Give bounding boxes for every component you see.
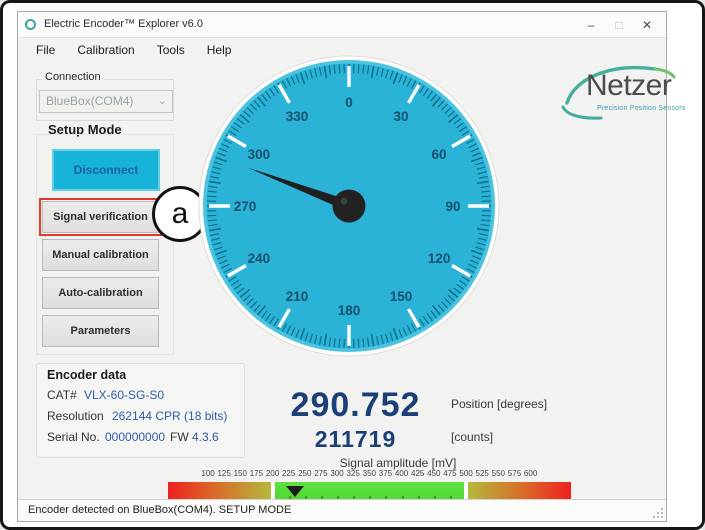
amplitude-scale-label: 125 — [217, 469, 230, 478]
encoder-data-panel: Encoder data CAT# VLX-60-SG-S0 Resolutio… — [36, 363, 245, 458]
resolution-value: 262144 CPR (18 bits) — [112, 409, 227, 423]
amplitude-scale-label: 150 — [234, 469, 247, 478]
amplitude-scale-label: 375 — [379, 469, 392, 478]
encoder-data-heading: Encoder data — [47, 368, 126, 382]
logo-wordmark: Netzer — [586, 69, 671, 103]
gauge-tick-label: 300 — [248, 147, 271, 162]
app-icon — [25, 19, 36, 30]
status-bar: Encoder detected on BlueBox(COM4). SETUP… — [18, 499, 666, 521]
serial-label: Serial No. — [47, 430, 100, 444]
resolution-label: Resolution — [47, 409, 104, 423]
position-degrees-label: Position [degrees] — [451, 397, 547, 411]
amplitude-scale-label: 400 — [395, 469, 408, 478]
menu-tools[interactable]: Tools — [149, 43, 193, 57]
amplitude-marker-icon — [286, 486, 304, 497]
maximize-button[interactable]: □ — [604, 12, 634, 38]
amplitude-scale-label: 250 — [298, 469, 311, 478]
menu-calibration[interactable]: Calibration — [69, 43, 142, 57]
amplitude-scale-label: 300 — [330, 469, 343, 478]
amplitude-scale-label: 275 — [314, 469, 327, 478]
gauge-tick-label: 150 — [390, 289, 413, 304]
gauge-tick-label: 30 — [393, 109, 408, 124]
amplitude-scale-label: 225 — [282, 469, 295, 478]
disconnect-button[interactable]: Disconnect — [52, 149, 160, 191]
connection-dropdown[interactable]: BlueBox(COM4) ⌄ — [39, 90, 173, 113]
chevron-down-icon: ⌄ — [158, 91, 167, 112]
amplitude-scale-label: 425 — [411, 469, 424, 478]
connection-label: Connection — [42, 71, 104, 83]
amplitude-scale-label: 325 — [346, 469, 359, 478]
minimize-button[interactable]: – — [576, 12, 606, 38]
cat-label: CAT# — [47, 388, 77, 402]
amplitude-scale-label: 100 — [201, 469, 214, 478]
gauge-tick-label: 180 — [338, 303, 361, 318]
gauge-tick-label: 0 — [345, 95, 353, 110]
resize-grip-icon[interactable] — [653, 508, 663, 518]
window-title: Electric Encoder™ Explorer v6.0 — [44, 18, 203, 30]
amplitude-scale-label: 550 — [492, 469, 505, 478]
gauge-tick-label: 120 — [428, 251, 451, 266]
amplitude-scale-label: 500 — [459, 469, 472, 478]
amplitude-scale-label: 475 — [443, 469, 456, 478]
position-counts-label: [counts] — [451, 430, 493, 444]
title-bar: Electric Encoder™ Explorer v6.0 – □ ✕ — [18, 12, 666, 38]
gauge-tick-label: 60 — [432, 147, 447, 162]
parameters-button[interactable]: Parameters — [42, 315, 159, 347]
gauge-tick-label: 90 — [445, 199, 460, 214]
fw-label: FW — [170, 430, 189, 444]
gauge-tick-label: 330 — [286, 109, 309, 124]
amplitude-scale: 1001251501752002252502753003253503754004… — [168, 469, 571, 479]
serial-value: 000000000 — [105, 430, 165, 444]
amplitude-scale-label: 450 — [427, 469, 440, 478]
gauge-tick-label: 270 — [234, 199, 257, 214]
status-text: Encoder detected on BlueBox(COM4). SETUP… — [28, 504, 291, 516]
auto-calibration-button[interactable]: Auto-calibration — [42, 277, 159, 309]
amplitude-scale-label: 200 — [266, 469, 279, 478]
position-counts-value: 211719 — [258, 426, 453, 453]
logo-tagline: Precision Position Sensors — [597, 105, 685, 112]
position-degrees-value: 290.752 — [258, 386, 453, 425]
fw-value: 4.3.6 — [192, 430, 219, 444]
screenshot-frame: Electric Encoder™ Explorer v6.0 – □ ✕ Fi… — [0, 0, 705, 530]
amplitude-scale-label: 575 — [508, 469, 521, 478]
netzer-logo: Netzer Precision Position Sensors — [553, 59, 698, 125]
signal-amplitude-title: Signal amplitude [mV] — [268, 456, 528, 470]
gauge-tick-label: 240 — [248, 251, 271, 266]
connection-selected: BlueBox(COM4) — [46, 94, 133, 108]
amplitude-scale-label: 175 — [250, 469, 263, 478]
close-button[interactable]: ✕ — [632, 12, 662, 38]
amplitude-scale-label: 350 — [363, 469, 376, 478]
position-gauge: 0 30 60 90 120 150 180 210 240 270 300 330 — [197, 55, 503, 359]
manual-calibration-button[interactable]: Manual calibration — [42, 239, 159, 271]
signal-verification-button[interactable]: Signal verification — [42, 201, 159, 233]
amplitude-scale-label: 525 — [476, 469, 489, 478]
gauge-tick-label: 210 — [286, 289, 309, 304]
cat-value: VLX-60-SG-S0 — [84, 388, 164, 402]
amplitude-scale-label: 600 — [524, 469, 537, 478]
menu-file[interactable]: File — [28, 43, 63, 57]
